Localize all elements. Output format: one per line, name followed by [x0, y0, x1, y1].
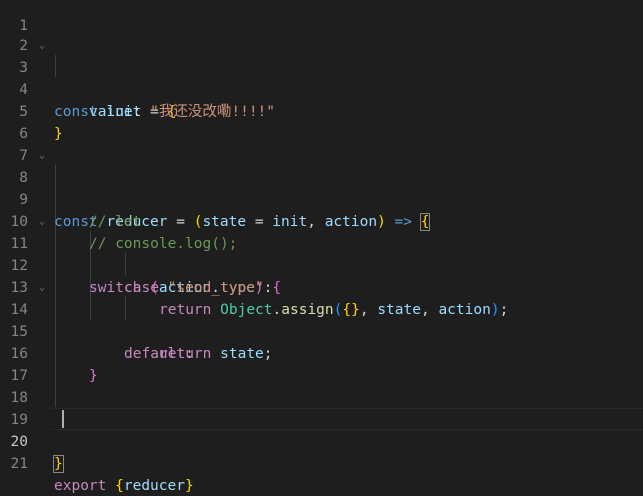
code-line-16[interactable]: 16 }	[0, 321, 643, 384]
code-text: }	[53, 453, 64, 475]
code-line-15[interactable]: 15 return state;	[0, 299, 643, 362]
text-cursor	[62, 410, 64, 428]
code-line-12[interactable]: 12 case "send_type":	[0, 233, 643, 296]
bracket: {	[115, 478, 124, 494]
code-line-13[interactable]: 13 return Object.assign({}, state, actio…	[0, 255, 643, 318]
fold-chevron-down-icon[interactable]: ⌄	[36, 40, 48, 52]
code-text: export {reducer}	[54, 475, 194, 496]
variable: reducer	[123, 478, 185, 494]
code-line-6[interactable]: 6	[0, 101, 643, 142]
bracket: }	[184, 478, 194, 494]
code-line-2[interactable]: 2	[0, 13, 643, 54]
line-number: 21	[10, 456, 28, 472]
bracket-matched: }	[53, 455, 64, 473]
code-line-5[interactable]: 5 }	[0, 79, 643, 142]
code-line-14[interactable]: 14 ⌄ default:	[0, 277, 643, 362]
code-line-10[interactable]: 10 // console.log();	[0, 189, 643, 252]
code-line-8[interactable]: 8 ⌄ const reducer = (state = init, actio…	[0, 145, 643, 231]
keyword: export	[54, 478, 107, 494]
code-line-19[interactable]: 19	[0, 387, 643, 428]
code-line-4[interactable]: 4 value: "我还没改嘞!!!!"	[0, 57, 643, 120]
code-line-21[interactable]: 21 export {reducer}	[0, 431, 643, 494]
code-line-20[interactable]: 20 }	[0, 409, 643, 473]
code-line-7[interactable]: 7	[0, 123, 643, 164]
fold-chevron-down-icon[interactable]: ⌄	[36, 282, 48, 294]
code-line-9[interactable]: 9 // let	[0, 167, 643, 230]
code-line-17[interactable]: 17	[0, 343, 643, 384]
fold-chevron-down-icon[interactable]: ⌄	[36, 216, 48, 228]
code-editor[interactable]: 1 2 3 ⌄ const init = { 4 value: "我还没改嘞!!…	[0, 0, 643, 496]
code-line-3[interactable]: 3 ⌄ const init = {	[0, 35, 643, 120]
code-line-11[interactable]: 11 ⌄ switch (action.type) {	[0, 211, 643, 296]
code-line-18[interactable]: 18	[0, 365, 643, 406]
fold-chevron-down-icon[interactable]: ⌄	[36, 150, 48, 162]
